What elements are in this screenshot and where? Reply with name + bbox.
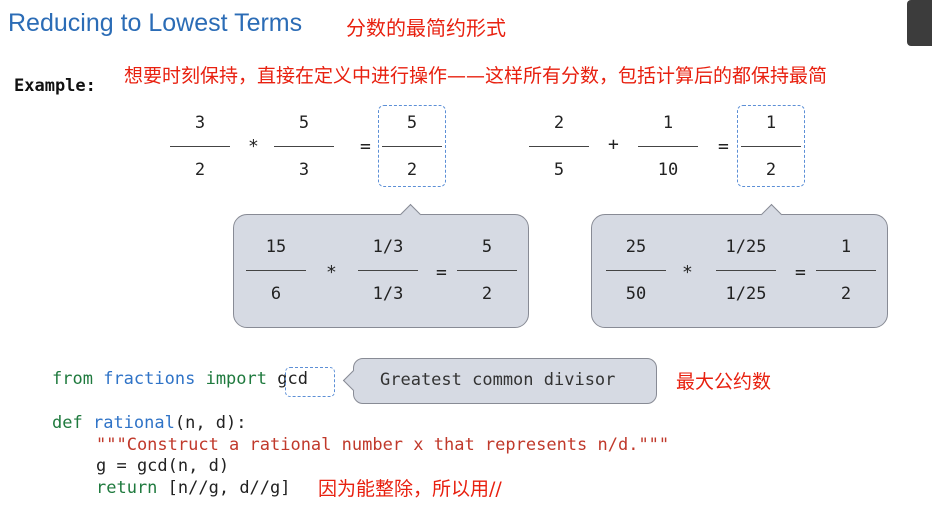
fraction-25-50: 25 50 — [606, 236, 666, 305]
multiply-operator: * — [326, 262, 337, 283]
fraction-bar — [382, 146, 442, 147]
denominator: 2 — [840, 284, 852, 304]
code-line-gcd-call: g = gcd(n, d) — [96, 456, 230, 476]
gcd-callout: Greatest common divisor — [353, 358, 657, 404]
keyword-return: return — [96, 478, 158, 498]
fraction-bar — [606, 270, 666, 271]
numerator: 15 — [265, 237, 287, 257]
code-line-docstring: """Construct a rational number x that re… — [96, 435, 670, 455]
numerator: 1 — [840, 237, 852, 257]
example-label: Example: — [14, 76, 96, 96]
denominator: 1/25 — [725, 284, 767, 304]
fraction-bar — [529, 146, 589, 147]
window-corner-widget — [907, 0, 932, 46]
fraction-bar — [274, 146, 334, 147]
equals-operator: = — [436, 262, 447, 283]
denominator: 2 — [406, 160, 418, 180]
fraction-bar — [457, 270, 517, 271]
numerator: 2 — [553, 113, 565, 133]
fraction-bar — [170, 146, 230, 147]
denominator: 2 — [481, 284, 493, 304]
fraction-bar — [638, 146, 698, 147]
fraction-result-5-2: 5 2 — [382, 112, 442, 181]
title-annotation: 分数的最简约形式 — [346, 16, 506, 40]
denominator: 3 — [298, 160, 310, 180]
numerator: 5 — [298, 113, 310, 133]
fraction-5-2: 5 2 — [457, 236, 517, 305]
fraction-bar — [716, 270, 776, 271]
code-line-def: def rational(n, d): — [52, 413, 247, 433]
return-annotation: 因为能整除，所以用// — [318, 478, 502, 500]
equals-operator: = — [795, 262, 806, 283]
function-name: rational — [92, 413, 175, 433]
fraction-bar — [358, 270, 418, 271]
slide-title: Reducing to Lowest Terms — [8, 9, 303, 37]
numerator: 1 — [765, 113, 777, 133]
denominator: 50 — [625, 284, 647, 304]
denominator: 1/3 — [372, 284, 404, 304]
fraction-5-3: 5 3 — [274, 112, 334, 181]
fraction-bar — [816, 270, 876, 271]
denominator: 6 — [270, 284, 282, 304]
numerator: 5 — [481, 237, 493, 257]
fraction-2-5: 2 5 — [529, 112, 589, 181]
denominator: 10 — [657, 160, 679, 180]
fraction-1-10: 1 10 — [638, 112, 698, 181]
fraction-3-2: 3 2 — [170, 112, 230, 181]
numerator: 1 — [662, 113, 674, 133]
fraction-1-2: 1 2 — [816, 236, 876, 305]
fraction-bar — [741, 146, 801, 147]
denominator: 2 — [194, 160, 206, 180]
numerator: 5 — [406, 113, 418, 133]
fraction-bar — [246, 270, 306, 271]
numerator: 25 — [625, 237, 647, 257]
keyword-from: from — [52, 369, 93, 389]
keyword-import: import — [205, 369, 267, 389]
gcd-annotation: 最大公约数 — [676, 371, 772, 393]
equals-operator: = — [718, 136, 729, 157]
function-args: (n, d): — [174, 413, 247, 433]
denominator: 5 — [553, 160, 565, 180]
multiply-operator: * — [682, 262, 693, 283]
equals-operator: = — [360, 136, 371, 157]
fraction-1-3-over-1-3: 1/3 1/3 — [358, 236, 418, 305]
numerator: 1/3 — [372, 237, 404, 257]
return-expression: [n//g, d//g] — [167, 478, 291, 498]
plus-operator: + — [608, 134, 619, 155]
denominator: 2 — [765, 160, 777, 180]
fraction-1-25-over-1-25: 1/25 1/25 — [716, 236, 776, 305]
multiply-operator: * — [248, 136, 259, 157]
example-annotation: 想要时刻保持，直接在定义中进行操作——这样所有分数，包括计算后的都保持最简 — [124, 65, 828, 87]
numerator: 1/25 — [725, 237, 767, 257]
fraction-result-1-2: 1 2 — [741, 112, 801, 181]
numerator: 3 — [194, 113, 206, 133]
code-line-import: from fractions import gcd — [52, 369, 308, 389]
module-name: fractions — [103, 369, 196, 389]
fraction-15-6: 15 6 — [246, 236, 306, 305]
keyword-def: def — [52, 413, 83, 433]
code-line-return: return [n//g, d//g] — [96, 478, 291, 498]
gcd-highlight-box — [285, 367, 335, 397]
callout-text: Greatest common divisor — [380, 370, 616, 390]
